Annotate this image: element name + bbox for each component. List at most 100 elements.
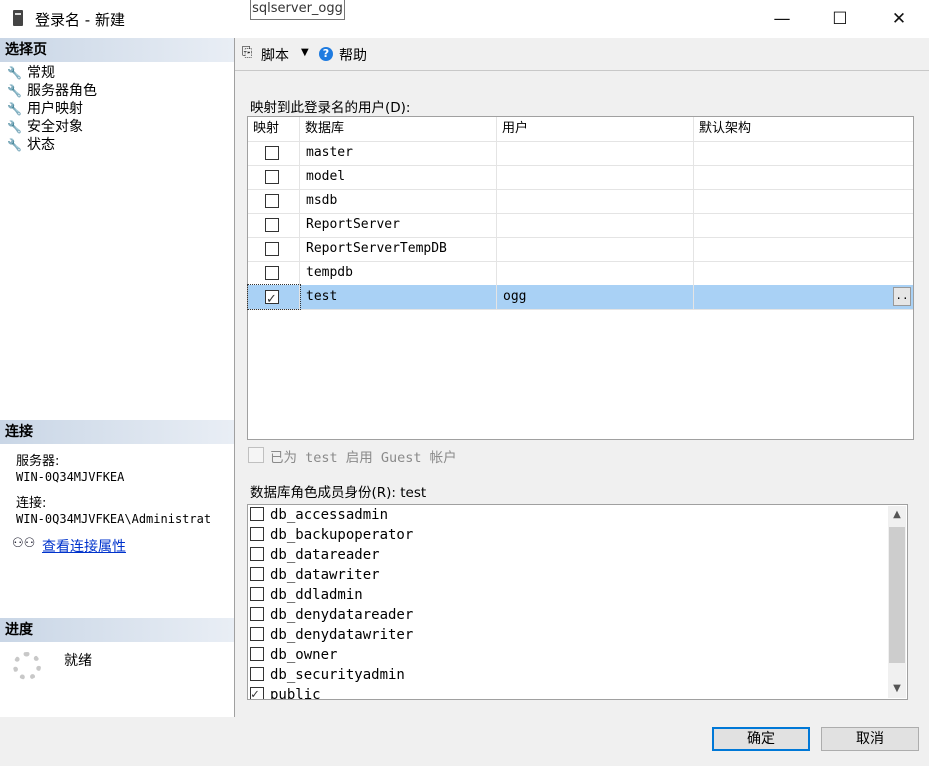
map-checkbox[interactable] — [265, 170, 279, 184]
role-name: db_accessadmin — [270, 507, 389, 523]
view-connection-properties-link[interactable]: 查看连接属性 — [42, 536, 126, 556]
grid-header: 映射 数据库 用户 默认架构 — [248, 117, 913, 142]
column-header-default-schema[interactable]: 默认架构 — [694, 117, 913, 141]
table-row[interactable]: model — [248, 165, 913, 190]
user-cell[interactable] — [497, 165, 694, 189]
list-item[interactable]: db_datareader — [250, 545, 380, 565]
database-cell: msdb — [300, 189, 497, 213]
page-item-general[interactable]: 🔧 常规 — [7, 64, 55, 82]
role-checkbox[interactable] — [250, 685, 264, 699]
map-checkbox[interactable] — [265, 288, 279, 309]
map-cell — [248, 237, 300, 261]
table-row[interactable]: tempdb — [248, 261, 913, 286]
column-header-map[interactable]: 映射 — [248, 117, 300, 141]
table-row[interactable]: master — [248, 141, 913, 166]
database-cell: ReportServer — [300, 213, 497, 237]
help-button[interactable]: 帮助 — [339, 45, 367, 65]
scroll-down-arrow-icon[interactable]: ▼ — [888, 680, 906, 698]
default-schema-cell[interactable]: .. — [694, 285, 913, 309]
database-cell: test — [300, 285, 497, 309]
ok-button[interactable]: 确定 — [712, 727, 810, 751]
role-name: public — [270, 687, 321, 700]
role-name: db_denydatareader — [270, 607, 414, 623]
default-schema-cell[interactable] — [694, 189, 913, 213]
toolbar: ⎘ 脚本 ▼ ? 帮助 — [235, 38, 929, 71]
list-item[interactable]: db_datawriter — [250, 565, 380, 585]
role-checkbox[interactable] — [250, 607, 264, 621]
default-schema-cell[interactable] — [694, 141, 913, 165]
user-cell[interactable] — [497, 141, 694, 165]
map-cell — [248, 141, 300, 165]
page-item-securables[interactable]: 🔧 安全对象 — [7, 118, 83, 136]
list-item[interactable]: db_backupoperator — [250, 525, 413, 545]
wrench-icon: 🔧 — [7, 102, 22, 116]
list-item[interactable]: db_denydatawriter — [250, 625, 413, 645]
map-checkbox[interactable] — [265, 266, 279, 280]
role-checkbox[interactable] — [250, 667, 264, 681]
user-cell[interactable] — [497, 261, 694, 285]
wrench-icon: 🔧 — [7, 120, 22, 134]
scroll-up-arrow-icon[interactable]: ▲ — [888, 506, 906, 524]
user-cell[interactable]: ogg — [497, 285, 694, 309]
maximize-button[interactable]: ☐ — [811, 0, 869, 38]
default-schema-cell[interactable] — [694, 237, 913, 261]
map-checkbox[interactable] — [265, 194, 279, 208]
list-item[interactable]: db_denydatareader — [250, 605, 413, 625]
minimize-button[interactable]: — — [753, 0, 811, 38]
table-row[interactable]: ReportServer — [248, 213, 913, 238]
role-name: db_ddladmin — [270, 587, 363, 603]
browse-schema-button[interactable]: .. — [893, 287, 911, 306]
window-title: 登录名 - 新建 — [35, 11, 125, 29]
role-checkbox[interactable] — [250, 587, 264, 601]
table-row[interactable]: testogg.. — [247, 284, 913, 310]
list-item[interactable]: db_ddladmin — [250, 585, 363, 605]
list-item[interactable]: db_securityadmin — [250, 665, 405, 685]
user-cell[interactable] — [497, 213, 694, 237]
map-checkbox[interactable] — [265, 146, 279, 160]
role-checkbox[interactable] — [250, 547, 264, 561]
map-cell — [248, 261, 300, 285]
page-item-server-roles[interactable]: 🔧 服务器角色 — [7, 82, 97, 100]
role-checkbox[interactable] — [250, 507, 264, 521]
table-row[interactable]: msdb — [248, 189, 913, 214]
page-item-label: 安全对象 — [27, 119, 83, 135]
guest-label: 已为 test 启用 Guest 帐户 — [270, 450, 457, 466]
user-cell[interactable] — [497, 237, 694, 261]
list-item[interactable]: public — [250, 685, 321, 700]
role-checkbox[interactable] — [250, 567, 264, 581]
table-row[interactable]: ReportServerTempDB — [248, 237, 913, 262]
column-header-user[interactable]: 用户 — [497, 117, 694, 141]
wrench-icon: 🔧 — [7, 138, 22, 152]
guest-checkbox[interactable] — [248, 447, 264, 463]
database-cell: model — [300, 165, 497, 189]
page-item-label: 服务器角色 — [27, 83, 97, 99]
cancel-button[interactable]: 取消 — [821, 727, 919, 751]
tooltip: sqlserver_ogg — [250, 0, 345, 20]
column-header-database[interactable]: 数据库 — [300, 117, 497, 141]
list-item[interactable]: db_owner — [250, 645, 337, 665]
role-name: db_backupoperator — [270, 527, 414, 543]
page-item-status[interactable]: 🔧 状态 — [7, 136, 55, 154]
page-item-user-mapping[interactable]: 🔧 用户映射 — [7, 100, 83, 118]
script-button[interactable]: 脚本 — [261, 45, 289, 65]
default-schema-cell[interactable] — [694, 165, 913, 189]
user-mapping-grid: 映射 数据库 用户 默认架构 master model msdb ReportServ… — [247, 116, 914, 440]
map-checkbox[interactable] — [265, 242, 279, 256]
map-checkbox[interactable] — [265, 218, 279, 232]
default-schema-cell[interactable] — [694, 213, 913, 237]
user-cell[interactable] — [497, 189, 694, 213]
role-checkbox[interactable] — [250, 627, 264, 641]
role-list-scrollbar[interactable]: ▲ ▼ — [888, 506, 906, 698]
role-checkbox[interactable] — [250, 527, 264, 541]
wrench-icon: 🔧 — [7, 84, 22, 98]
script-dropdown-icon[interactable]: ▼ — [301, 47, 309, 58]
list-item[interactable]: db_accessadmin — [250, 505, 388, 525]
default-schema-cell[interactable] — [694, 261, 913, 285]
database-cell: tempdb — [300, 261, 497, 285]
wrench-icon: 🔧 — [7, 66, 22, 80]
role-name: db_datareader — [270, 547, 380, 563]
close-button[interactable]: ✕ — [870, 0, 928, 38]
scrollbar-thumb[interactable] — [889, 527, 905, 663]
role-checkbox[interactable] — [250, 647, 264, 661]
map-cell — [248, 165, 300, 189]
